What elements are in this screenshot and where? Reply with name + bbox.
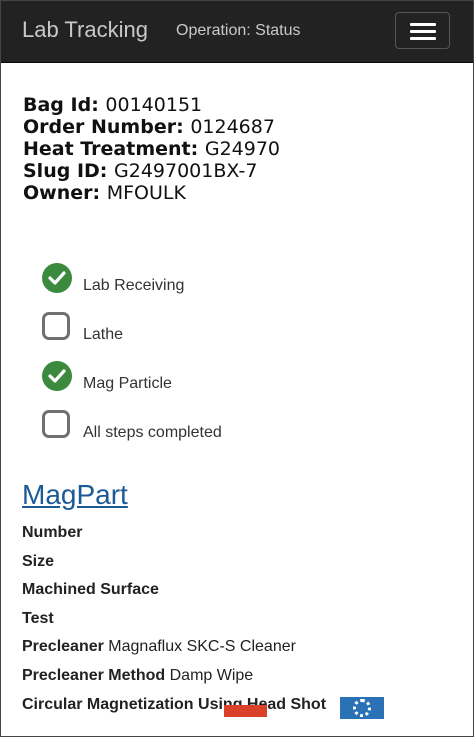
field-value: Magnaflux SKC-S Cleaner bbox=[108, 638, 296, 656]
empty-checkbox-icon bbox=[42, 312, 70, 340]
floating-settings-button[interactable] bbox=[340, 697, 384, 719]
heat-treatment-row: Heat Treatment: G24970 bbox=[23, 138, 280, 160]
operation-status: Operation: Status bbox=[176, 22, 301, 39]
step-label: Mag Particle bbox=[83, 375, 172, 392]
bag-id-label: Bag Id: bbox=[23, 94, 99, 116]
owner-label: Owner: bbox=[23, 182, 101, 204]
bag-id-row: Bag Id: 00140151 bbox=[23, 94, 280, 116]
heat-treatment-label: Heat Treatment: bbox=[23, 138, 199, 160]
field-label: Precleaner Method bbox=[22, 666, 166, 684]
owner-value: MFOULK bbox=[106, 182, 186, 204]
field-row: Circular Magnetization Using Head Shot bbox=[22, 691, 326, 720]
step-label: Lathe bbox=[83, 326, 124, 343]
order-number-label: Order Number: bbox=[23, 116, 184, 138]
step-label: Lab Receiving bbox=[83, 277, 185, 294]
slug-id-label: Slug ID: bbox=[23, 160, 108, 182]
field-label: Test bbox=[22, 609, 54, 627]
floating-ruler-widget[interactable] bbox=[224, 705, 267, 717]
empty-checkbox-icon bbox=[42, 410, 70, 438]
menu-toggle-button[interactable] bbox=[395, 12, 450, 49]
brand-link[interactable]: Lab Tracking bbox=[22, 17, 148, 43]
field-label: Precleaner bbox=[22, 638, 104, 656]
order-number-value: 0124687 bbox=[190, 116, 275, 138]
app-frame: Lab Tracking Operation: Status Bag Id: 0… bbox=[0, 0, 474, 737]
field-row: Precleaner Method Damp Wipe bbox=[22, 662, 326, 691]
slug-id-value: G2497001BX-7 bbox=[114, 160, 258, 182]
field-label: Circular Magnetization Using Head Shot bbox=[22, 695, 327, 713]
magpart-fields: Number Size Machined Surface Test Precle… bbox=[22, 519, 326, 719]
checkmark-icon bbox=[42, 361, 72, 391]
field-row: Test bbox=[22, 605, 326, 634]
field-value: Damp Wipe bbox=[169, 666, 254, 684]
field-label: Machined Surface bbox=[22, 581, 159, 599]
bag-id-value: 00140151 bbox=[105, 94, 203, 116]
checkmark-icon bbox=[42, 263, 72, 293]
field-row: Precleaner Magnaflux SKC-S Cleaner bbox=[22, 633, 326, 662]
order-number-row: Order Number: 0124687 bbox=[23, 116, 280, 138]
field-label: Size bbox=[22, 552, 55, 570]
hamburger-icon-bar bbox=[410, 30, 436, 33]
field-label: Number bbox=[22, 524, 83, 541]
section-heading-link[interactable]: MagPart bbox=[22, 479, 128, 511]
hamburger-icon bbox=[410, 23, 436, 26]
owner-row: Owner: MFOULK bbox=[23, 182, 280, 204]
gear-icon bbox=[353, 699, 371, 717]
step-label: All steps completed bbox=[83, 424, 222, 441]
field-row: Size bbox=[22, 548, 326, 577]
field-row: Number bbox=[22, 519, 326, 548]
heat-treatment-value: G24970 bbox=[204, 138, 281, 160]
slug-id-row: Slug ID: G2497001BX-7 bbox=[23, 160, 280, 182]
hamburger-icon-bar bbox=[410, 37, 436, 40]
bag-info: Bag Id: 00140151 Order Number: 0124687 H… bbox=[23, 94, 280, 204]
field-row: Machined Surface bbox=[22, 576, 326, 605]
navbar: Lab Tracking Operation: Status bbox=[1, 1, 473, 63]
